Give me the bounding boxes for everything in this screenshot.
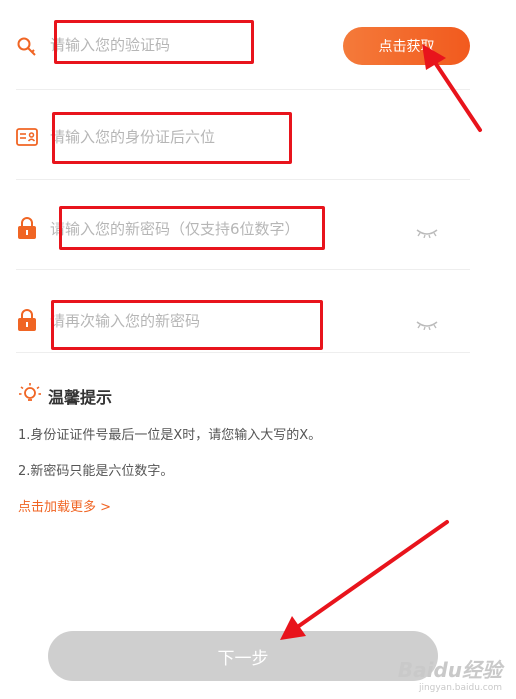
- id-row: [16, 90, 470, 180]
- load-more-link[interactable]: 点击加载更多 >: [18, 496, 111, 515]
- tip-item: 2.新密码只能是六位数字。: [18, 464, 174, 479]
- code-row: 点击获取: [16, 0, 470, 90]
- tips-title: 温馨提示: [48, 388, 113, 407]
- bulb-icon: [18, 382, 42, 410]
- key-icon: [16, 36, 38, 62]
- new-password-input[interactable]: [50, 220, 350, 238]
- code-input[interactable]: [50, 36, 350, 54]
- new-password-row: [16, 180, 470, 270]
- lock-icon: [16, 308, 38, 336]
- lock-icon: [16, 216, 38, 244]
- eye-closed-icon[interactable]: [416, 223, 438, 242]
- eye-closed-icon[interactable]: [416, 315, 438, 334]
- baidu-watermark: Baidu经验 jingyan.baidu.com: [397, 658, 502, 693]
- next-step-button[interactable]: 下一步: [48, 631, 438, 681]
- id-card-icon: [16, 128, 38, 150]
- confirm-password-input[interactable]: [50, 312, 350, 330]
- id-last-six-input[interactable]: [50, 128, 350, 146]
- confirm-password-row: [16, 270, 470, 353]
- get-code-button[interactable]: 点击获取: [343, 27, 470, 65]
- tip-item: 1.身份证证件号最后一位是X时，请您输入大写的X。: [18, 428, 322, 443]
